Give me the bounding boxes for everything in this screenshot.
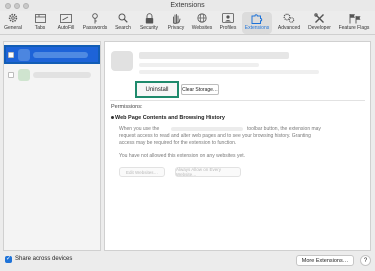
extension-enable-checkbox[interactable] xyxy=(8,52,14,58)
key-icon xyxy=(85,12,105,24)
search-icon xyxy=(113,12,133,24)
extension-icon-redacted xyxy=(111,51,133,71)
more-extensions-button[interactable]: More Extensions… xyxy=(296,255,354,266)
puzzle-icon xyxy=(247,12,267,24)
help-button[interactable]: ? xyxy=(360,255,371,266)
lock-icon xyxy=(139,12,159,24)
person-icon xyxy=(218,12,238,24)
extension-icon xyxy=(18,69,30,81)
tab-search[interactable]: Search xyxy=(113,12,133,34)
permission-heading: Web Page Contents and Browsing History xyxy=(115,115,225,121)
tab-feature-flags[interactable]: Feature Flags xyxy=(336,12,372,34)
extension-title-redacted xyxy=(139,52,289,59)
tabs-icon xyxy=(30,12,50,24)
tab-advanced[interactable]: Advanced xyxy=(275,12,303,34)
permission-text-line4: You have not allowed this extension on a… xyxy=(119,153,246,159)
extension-icon xyxy=(18,49,30,61)
extensions-list xyxy=(3,41,101,251)
tab-websites[interactable]: Websites xyxy=(189,12,215,34)
extension-enable-checkbox[interactable] xyxy=(8,72,14,78)
extension-name-inline-redacted xyxy=(171,127,243,131)
globe-icon xyxy=(192,12,212,24)
flags-icon xyxy=(344,12,364,24)
extension-name-redacted xyxy=(33,52,88,58)
divider xyxy=(110,100,365,101)
permission-text-line2: request access to read and alter web pag… xyxy=(119,133,311,139)
extension-name-redacted xyxy=(33,72,91,78)
always-allow-button[interactable]: Always Allow on Every Website… xyxy=(175,167,241,177)
tab-security[interactable]: Security xyxy=(137,12,161,34)
permission-text-part2: toolbar button, the extension may xyxy=(247,126,321,132)
tab-extensions[interactable]: Extensions xyxy=(242,12,272,34)
preferences-toolbar: General Tabs AutoFill Passwords Search S… xyxy=(0,11,375,35)
autofill-icon xyxy=(56,12,76,24)
gears-icon xyxy=(279,12,299,24)
extension-subtitle-redacted xyxy=(139,63,259,67)
bullet-icon xyxy=(111,116,114,119)
tab-profiles[interactable]: Profiles xyxy=(217,12,239,34)
edit-websites-button[interactable]: Edit Websites… xyxy=(119,167,165,177)
tab-autofill[interactable]: AutoFill xyxy=(55,12,77,34)
share-across-devices-checkbox[interactable]: ✓ xyxy=(5,256,12,263)
share-across-devices-label: Share across devices xyxy=(15,256,73,262)
permissions-title: Permissions: xyxy=(111,104,143,110)
tab-developer[interactable]: Developer xyxy=(305,12,334,34)
tab-passwords[interactable]: Passwords xyxy=(81,12,109,34)
hand-icon xyxy=(166,12,186,24)
extension-details: Uninstall Clear Storage… Permissions: We… xyxy=(104,41,371,251)
tab-tabs[interactable]: Tabs xyxy=(30,12,50,34)
list-item[interactable] xyxy=(4,45,100,64)
list-item[interactable] xyxy=(4,66,100,85)
window-title: Extensions xyxy=(170,2,205,9)
permission-text-part1: When you use the xyxy=(119,126,160,132)
gear-icon xyxy=(3,12,23,24)
tab-privacy[interactable]: Privacy xyxy=(165,12,187,34)
clear-storage-button[interactable]: Clear Storage… xyxy=(181,84,219,95)
uninstall-button[interactable]: Uninstall xyxy=(135,81,179,98)
tools-icon xyxy=(310,12,330,24)
extension-description-redacted xyxy=(139,70,319,74)
tab-general[interactable]: General xyxy=(3,12,23,34)
permission-text-line3: access may be required for the extension… xyxy=(119,140,237,146)
